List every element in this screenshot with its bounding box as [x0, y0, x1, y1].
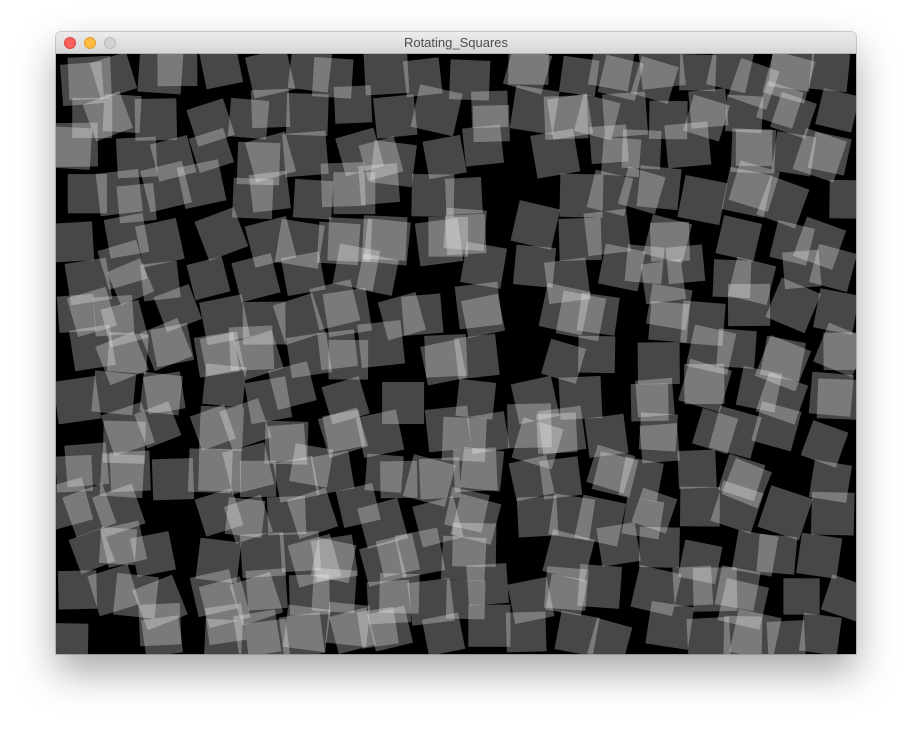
rotating-square — [373, 94, 418, 139]
rotating-square — [539, 456, 583, 500]
sketch-canvas[interactable] — [56, 54, 856, 654]
rotating-square — [638, 526, 680, 568]
rotating-square — [134, 98, 178, 141]
rotating-square — [677, 174, 728, 226]
rotating-square — [621, 129, 662, 170]
rotating-square — [186, 256, 231, 301]
rotating-square — [394, 527, 446, 579]
rotating-square — [56, 293, 96, 333]
rotating-square — [820, 574, 856, 622]
rotating-square — [577, 335, 616, 374]
rotating-square — [757, 485, 813, 541]
rotating-square — [715, 215, 763, 262]
rotating-square — [460, 241, 508, 289]
rotating-square — [637, 342, 680, 385]
rotating-square — [134, 217, 185, 268]
rotating-square — [723, 615, 763, 654]
rotating-square — [677, 449, 717, 489]
rotating-square — [452, 522, 497, 568]
rotating-square — [505, 611, 547, 653]
rotating-square — [56, 126, 93, 170]
rotating-square — [285, 93, 329, 136]
rotating-square — [278, 612, 326, 654]
rotating-square — [151, 458, 195, 501]
rotating-square — [716, 328, 757, 369]
rotating-square — [239, 460, 277, 498]
rotating-square — [401, 293, 444, 336]
rotating-square — [199, 54, 244, 90]
rotating-square — [468, 604, 511, 647]
rotating-square — [228, 325, 275, 372]
rotating-square — [807, 131, 852, 176]
rotating-square — [808, 54, 851, 93]
rotating-square — [596, 522, 641, 567]
rotating-squares-drawing — [56, 54, 856, 654]
rotating-square — [422, 134, 467, 180]
rotating-square — [421, 612, 466, 654]
rotating-square — [635, 377, 675, 418]
rotating-square — [576, 292, 620, 336]
rotating-square — [129, 530, 177, 578]
rotating-square — [357, 320, 406, 369]
rotating-square — [577, 564, 623, 609]
rotating-square — [233, 609, 282, 654]
rotating-square — [452, 447, 498, 493]
window-title: Rotating_Squares — [403, 35, 509, 50]
rotating-square — [176, 159, 227, 210]
rotating-square — [536, 412, 578, 454]
rotating-square — [227, 97, 270, 140]
rotating-square — [141, 615, 184, 654]
rotating-square — [202, 363, 247, 408]
rotating-square — [816, 378, 856, 420]
rotating-square — [358, 163, 401, 206]
rotating-square — [317, 329, 359, 371]
rotating-square — [714, 565, 761, 612]
rotating-square — [454, 281, 503, 330]
rotating-square — [232, 177, 274, 220]
rotating-square — [800, 420, 849, 468]
rotating-square — [510, 200, 561, 250]
rotating-square — [796, 532, 843, 579]
rotating-square — [665, 244, 706, 285]
rotating-square — [624, 244, 665, 285]
rotating-square — [355, 409, 405, 459]
rotating-square — [798, 612, 842, 654]
rotating-square — [829, 179, 856, 219]
rotating-square — [727, 283, 771, 327]
title-bar[interactable]: Rotating_Squares — [56, 32, 856, 54]
rotating-square — [356, 606, 399, 649]
rotating-square — [56, 221, 95, 263]
rotating-square — [815, 88, 856, 133]
rotating-square — [462, 124, 504, 167]
rotating-square — [310, 450, 355, 495]
app-window: Rotating_Squares — [56, 32, 856, 654]
rotating-square — [756, 533, 798, 575]
rotating-square — [664, 121, 712, 169]
rotating-square — [783, 578, 820, 615]
rotating-square — [454, 333, 500, 380]
rotating-square — [466, 411, 510, 455]
rotating-square — [333, 85, 373, 124]
rotating-square — [56, 623, 89, 654]
rotating-square — [137, 54, 184, 95]
rotating-square — [684, 363, 725, 405]
rotating-square — [530, 128, 581, 179]
rotating-square — [639, 423, 680, 464]
rotating-square — [810, 491, 855, 536]
